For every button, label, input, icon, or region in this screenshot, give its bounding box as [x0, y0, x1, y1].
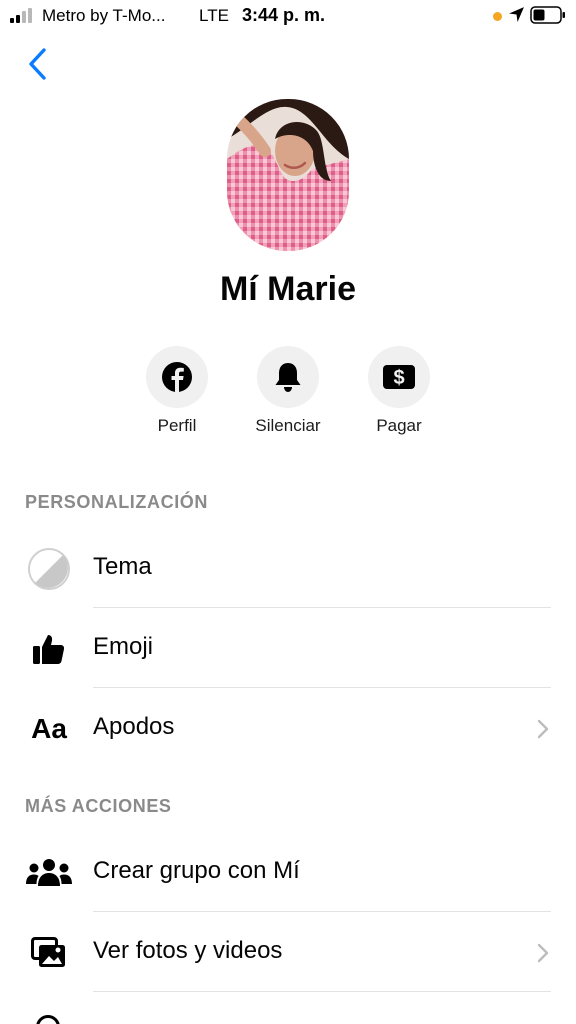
pay-button[interactable]: $ Pagar: [344, 346, 454, 436]
mute-label: Silenciar: [255, 416, 321, 435]
status-time: 3:44 p. m.: [242, 5, 326, 25]
emoji-label: Emoji: [93, 633, 154, 660]
create-group-label: Crear grupo con Mí: [93, 857, 300, 884]
divider: [93, 991, 551, 992]
photos-icon: [22, 932, 76, 974]
group-icon: [22, 852, 76, 894]
contact-name: Mí Marie: [219, 270, 357, 308]
search-icon: [36, 1015, 60, 1024]
divider: [93, 687, 551, 688]
theme-label: Tema: [93, 553, 152, 580]
signal-icon: [10, 7, 36, 23]
row-create-group[interactable]: Crear grupo con Mí: [0, 833, 576, 913]
profile-button[interactable]: Perfil: [122, 346, 232, 436]
facebook-icon: [162, 362, 192, 392]
nicknames-label: Apodos: [93, 713, 175, 740]
divider: [93, 911, 551, 912]
avatar[interactable]: [227, 99, 349, 251]
section-title-more-actions: MÁS ACCIONES: [25, 796, 172, 816]
thumbs-up-icon: [22, 628, 76, 670]
network-type: LTE: [199, 6, 229, 25]
row-photos-videos[interactable]: Ver fotos y videos: [0, 913, 576, 993]
mute-button[interactable]: Silenciar: [233, 346, 343, 436]
battery-icon: [530, 6, 565, 24]
text-icon-glyph: Aa: [31, 713, 67, 744]
bell-icon: [275, 363, 301, 392]
section-title-personalization: PERSONALIZACIÓN: [25, 492, 209, 512]
pay-icon-circle: $: [368, 346, 430, 408]
location-arrow-icon: [509, 7, 524, 22]
profile-label: Perfil: [157, 416, 197, 435]
row-emoji[interactable]: Emoji: [0, 609, 576, 689]
profile-icon-circle: [146, 346, 208, 408]
dollar-icon: $: [383, 365, 415, 389]
chevron-right-icon: [537, 943, 549, 963]
theme-icon: [22, 548, 76, 590]
chevron-left-icon: [29, 48, 46, 80]
mute-icon-circle: [257, 346, 319, 408]
profile-photo: [227, 99, 349, 251]
row-theme[interactable]: Tema: [0, 529, 576, 609]
row-nicknames[interactable]: Aa Apodos: [0, 689, 576, 769]
svg-text:$: $: [393, 367, 404, 389]
back-button[interactable]: [22, 44, 56, 84]
carrier-name: Metro by T-Mo...: [42, 6, 166, 25]
photos-videos-label: Ver fotos y videos: [93, 937, 283, 964]
text-icon: Aa: [22, 708, 76, 750]
chevron-right-icon: [537, 719, 549, 739]
divider: [93, 607, 551, 608]
status-bar: Metro by T-Mo... LTE 3:44 p. m.: [0, 0, 576, 34]
pay-label: Pagar: [376, 416, 422, 435]
row-partial[interactable]: [0, 993, 576, 1024]
privacy-indicator-dot: [493, 12, 502, 21]
